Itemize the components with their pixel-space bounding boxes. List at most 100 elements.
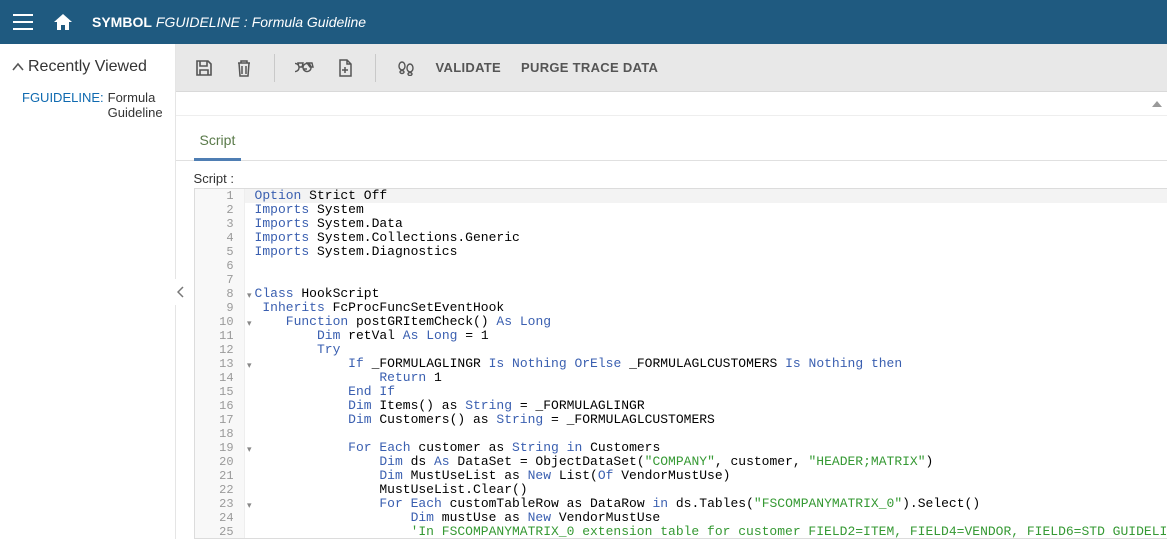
recently-viewed-item[interactable]: FGUIDELINE: Formula Guideline bbox=[12, 86, 163, 124]
code-text bbox=[245, 273, 255, 287]
purge-trace-button[interactable]: PURGE TRACE DATA bbox=[521, 60, 658, 75]
line-number: 17 bbox=[195, 413, 245, 427]
home-icon[interactable] bbox=[52, 11, 74, 33]
code-text bbox=[245, 427, 255, 441]
code-line[interactable]: 7 bbox=[195, 273, 1167, 287]
line-number: 16 bbox=[195, 399, 245, 413]
line-number: 23▾ bbox=[195, 497, 245, 511]
trash-icon bbox=[236, 59, 252, 77]
title-desc: Formula Guideline bbox=[252, 14, 366, 30]
code-text: Imports System.Diagnostics bbox=[245, 245, 458, 259]
code-text bbox=[245, 259, 255, 273]
code-line[interactable]: 20 Dim ds As DataSet = ObjectDataSet("CO… bbox=[195, 455, 1167, 469]
panel-collapse-handle[interactable] bbox=[175, 279, 187, 305]
code-line[interactable]: 23▾ For Each customTableRow as DataRow i… bbox=[195, 497, 1167, 511]
line-number: 18 bbox=[195, 427, 245, 441]
code-text: Imports System.Data bbox=[245, 217, 403, 231]
code-line[interactable]: 15 End If bbox=[195, 385, 1167, 399]
code-line[interactable]: 24 Dim mustUse as New VendorMustUse bbox=[195, 511, 1167, 525]
code-line[interactable]: 6 bbox=[195, 259, 1167, 273]
code-line[interactable]: 22 MustUseList.Clear() bbox=[195, 483, 1167, 497]
code-text: Dim MustUseList as New List(Of VendorMus… bbox=[245, 469, 731, 483]
code-text: Try bbox=[245, 343, 341, 357]
code-line[interactable]: 2Imports System bbox=[195, 203, 1167, 217]
code-line[interactable]: 3Imports System.Data bbox=[195, 217, 1167, 231]
footprints-icon bbox=[396, 60, 416, 76]
code-line[interactable]: 13▾ If _FORMULAGLINGR Is Nothing OrElse … bbox=[195, 357, 1167, 371]
code-line[interactable]: 25 'In FSCOMPANYMATRIX_0 extension table… bbox=[195, 525, 1167, 539]
fold-toggle-icon[interactable]: ▾ bbox=[247, 499, 252, 513]
code-text: For Each customer as String in Customers bbox=[245, 441, 661, 455]
recently-viewed-label: Recently Viewed bbox=[28, 58, 147, 76]
code-line[interactable]: 12 Try bbox=[195, 343, 1167, 357]
code-area[interactable]: 1Option Strict Off2Imports System3Import… bbox=[194, 188, 1167, 539]
trace-button[interactable] bbox=[396, 54, 416, 82]
fold-toggle-icon[interactable]: ▾ bbox=[247, 289, 252, 303]
rv-item-desc: Formula Guideline bbox=[108, 90, 163, 120]
code-text: MustUseList.Clear() bbox=[245, 483, 528, 497]
move-up-icon[interactable] bbox=[1151, 99, 1163, 109]
new-file-button[interactable] bbox=[335, 54, 355, 82]
line-number: 8▾ bbox=[195, 287, 245, 301]
code-line[interactable]: 1Option Strict Off bbox=[195, 189, 1167, 203]
line-number: 12 bbox=[195, 343, 245, 357]
delete-button[interactable] bbox=[234, 54, 254, 82]
window-controls bbox=[176, 92, 1167, 116]
app-header: SYMBOL FGUIDELINE : Formula Guideline bbox=[0, 0, 1167, 44]
line-number: 4 bbox=[195, 231, 245, 245]
line-number: 1 bbox=[195, 189, 245, 203]
code-text: Inherits FcProcFuncSetEventHook bbox=[245, 301, 505, 315]
chevron-left-icon bbox=[177, 286, 185, 298]
code-text: 'In FSCOMPANYMATRIX_0 extension table fo… bbox=[245, 525, 1167, 539]
find-button[interactable] bbox=[295, 54, 315, 82]
save-button[interactable] bbox=[194, 54, 214, 82]
code-text: Dim retVal As Long = 1 bbox=[245, 329, 489, 343]
line-number: 21 bbox=[195, 469, 245, 483]
line-number: 2 bbox=[195, 203, 245, 217]
tab-script[interactable]: Script bbox=[194, 126, 242, 161]
toolbar-separator bbox=[274, 54, 275, 82]
line-number: 5 bbox=[195, 245, 245, 259]
code-line[interactable]: 5Imports System.Diagnostics bbox=[195, 245, 1167, 259]
code-text: Return 1 bbox=[245, 371, 442, 385]
code-text: For Each customTableRow as DataRow in ds… bbox=[245, 497, 981, 511]
validate-button[interactable]: VALIDATE bbox=[436, 60, 501, 75]
code-line[interactable]: 19▾ For Each customer as String in Custo… bbox=[195, 441, 1167, 455]
recently-viewed-toggle[interactable]: Recently Viewed bbox=[12, 58, 163, 76]
line-number: 14 bbox=[195, 371, 245, 385]
code-text: Imports System.Collections.Generic bbox=[245, 231, 520, 245]
code-text: Function postGRItemCheck() As Long bbox=[245, 315, 552, 329]
code-line[interactable]: 18 bbox=[195, 427, 1167, 441]
code-text: Dim Items() as String = _FORMULAGLINGR bbox=[245, 399, 645, 413]
line-number: 15 bbox=[195, 385, 245, 399]
code-line[interactable]: 10▾ Function postGRItemCheck() As Long bbox=[195, 315, 1167, 329]
code-line[interactable]: 21 Dim MustUseList as New List(Of Vendor… bbox=[195, 469, 1167, 483]
fold-toggle-icon[interactable]: ▾ bbox=[247, 443, 252, 457]
code-text: Class HookScript bbox=[245, 287, 380, 301]
code-line[interactable]: 9 Inherits FcProcFuncSetEventHook bbox=[195, 301, 1167, 315]
line-number: 3 bbox=[195, 217, 245, 231]
code-text: Imports System bbox=[245, 203, 364, 217]
rv-item-link[interactable]: FGUIDELINE: bbox=[22, 90, 104, 120]
code-line[interactable]: 17 Dim Customers() as String = _FORMULAG… bbox=[195, 413, 1167, 427]
fold-toggle-icon[interactable]: ▾ bbox=[247, 359, 252, 373]
editor-label: Script : bbox=[194, 171, 1167, 186]
tab-bar: Script bbox=[176, 116, 1167, 161]
line-number: 9 bbox=[195, 301, 245, 315]
code-line[interactable]: 4Imports System.Collections.Generic bbox=[195, 231, 1167, 245]
page-title: SYMBOL FGUIDELINE : Formula Guideline bbox=[92, 14, 366, 30]
menu-icon[interactable] bbox=[12, 11, 34, 33]
code-line[interactable]: 14 Return 1 bbox=[195, 371, 1167, 385]
save-icon bbox=[195, 59, 213, 77]
fold-toggle-icon[interactable]: ▾ bbox=[247, 317, 252, 331]
code-line[interactable]: 8▾Class HookScript bbox=[195, 287, 1167, 301]
code-text: If _FORMULAGLINGR Is Nothing OrElse _FOR… bbox=[245, 357, 903, 371]
line-number: 19▾ bbox=[195, 441, 245, 455]
chevron-up-icon bbox=[12, 62, 24, 72]
line-number: 25 bbox=[195, 525, 245, 539]
title-code: FGUIDELINE : bbox=[156, 14, 248, 30]
code-line[interactable]: 11 Dim retVal As Long = 1 bbox=[195, 329, 1167, 343]
line-number: 6 bbox=[195, 259, 245, 273]
code-line[interactable]: 16 Dim Items() as String = _FORMULAGLING… bbox=[195, 399, 1167, 413]
script-editor: Script : 1Option Strict Off2Imports Syst… bbox=[176, 161, 1167, 539]
